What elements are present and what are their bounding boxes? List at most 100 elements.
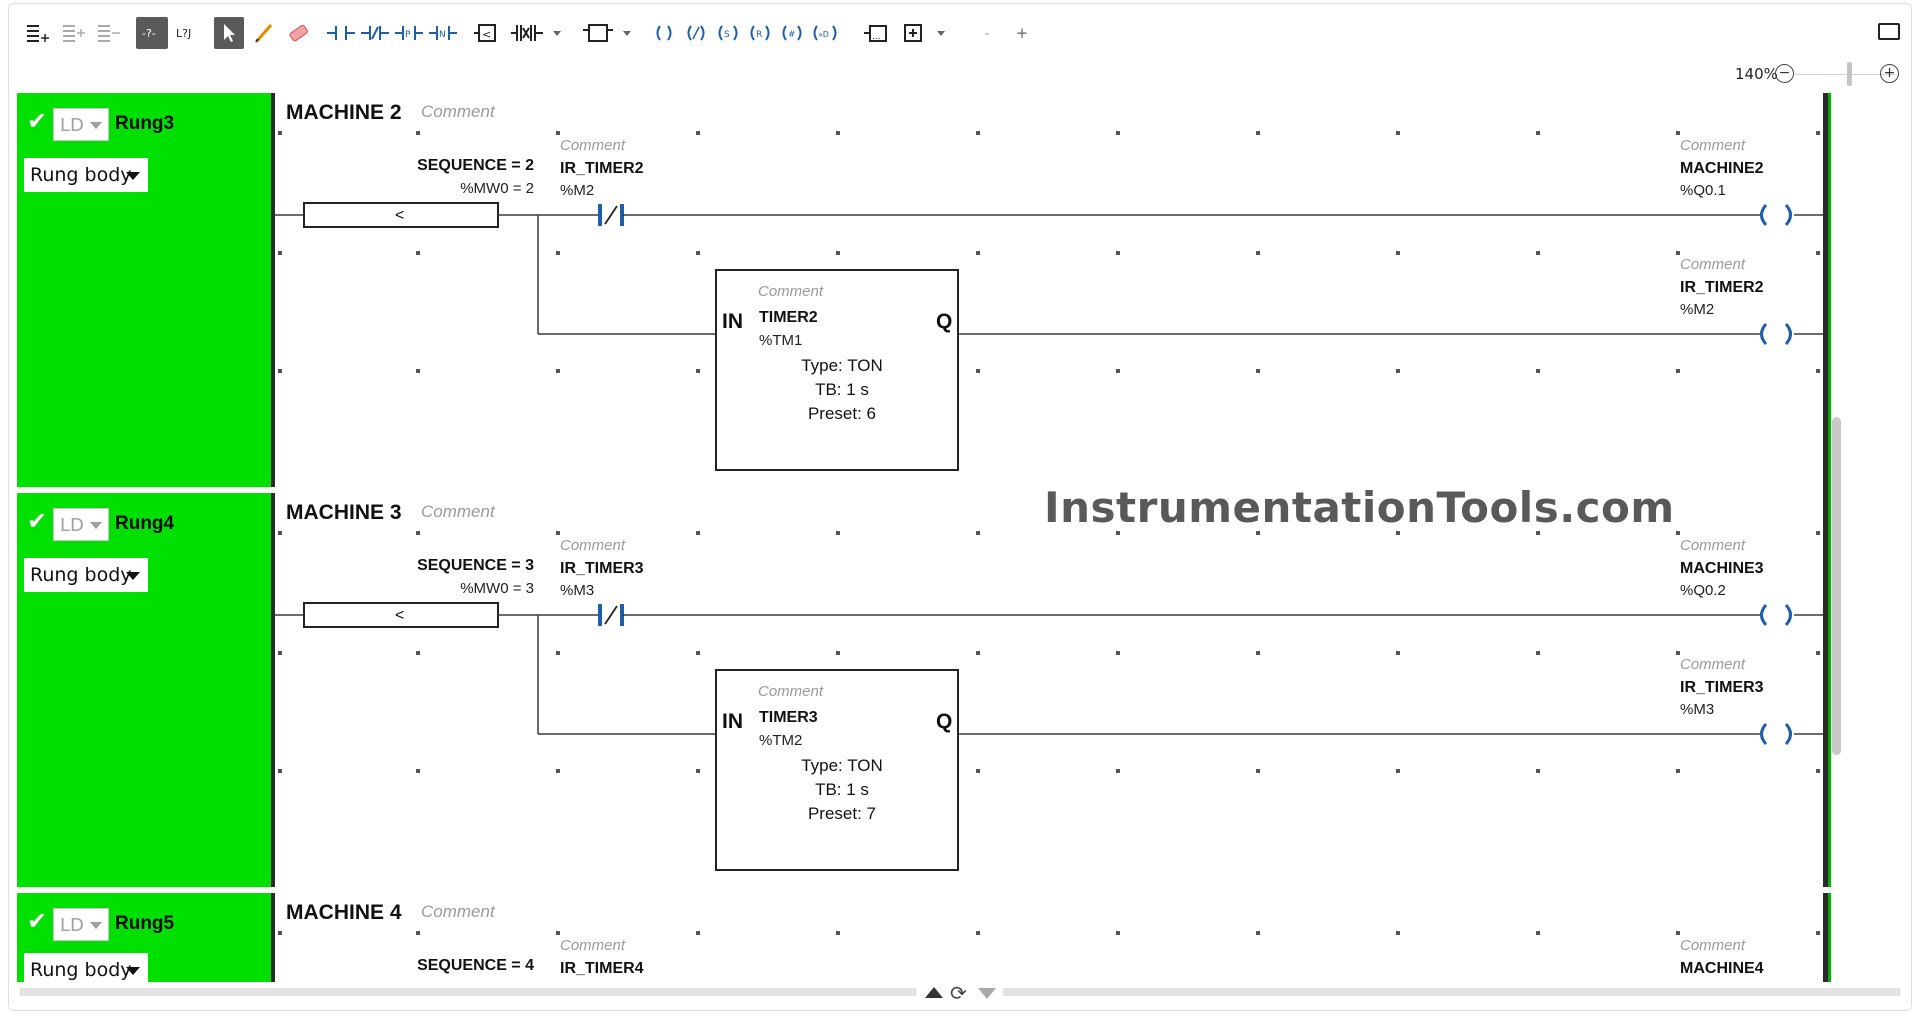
rung-comment[interactable]: Comment <box>421 902 495 922</box>
grid-dot <box>278 369 282 373</box>
timer-address: %TM2 <box>759 732 803 749</box>
coil-comment[interactable]: Comment <box>1680 137 1745 154</box>
timer-q-pin: Q <box>936 310 953 333</box>
grid-dot <box>556 251 560 255</box>
previous-rung-icon[interactable] <box>925 987 943 998</box>
rung-title: MACHINE 3 <box>286 501 402 524</box>
compare-address: %MW0 = 2 <box>460 180 534 197</box>
coil-symbol: IR_TIMER3 <box>1680 679 1764 696</box>
grid-dot <box>976 651 980 655</box>
grid-dot <box>1816 769 1820 773</box>
contact-address: %M2 <box>560 182 595 199</box>
grid-dot <box>1256 651 1260 655</box>
grid-dot <box>556 531 560 535</box>
contact-comment[interactable]: Comment <box>560 537 625 554</box>
next-rung-icon[interactable] <box>978 988 996 999</box>
grid-dot <box>416 251 420 255</box>
rung-comment[interactable]: Comment <box>421 502 495 522</box>
grid-dot <box>1256 369 1260 373</box>
grid-dot <box>1116 651 1120 655</box>
grid-dot <box>696 131 700 135</box>
coil-right-arc <box>1784 722 1792 746</box>
contact-symbol: IR_TIMER2 <box>560 160 644 177</box>
grid-dot <box>1396 369 1400 373</box>
grid-dot <box>1116 369 1120 373</box>
vertical-scrollbar[interactable] <box>1832 417 1841 755</box>
grid-dot <box>1816 369 1820 373</box>
refresh-icon[interactable]: ⟳ <box>950 981 967 1005</box>
grid-dot <box>1116 931 1120 935</box>
grid-dot <box>1676 931 1680 935</box>
coil-address: %Q0.2 <box>1680 582 1726 599</box>
coil-right-arc <box>1784 203 1792 227</box>
timer-comment[interactable]: Comment <box>758 683 823 700</box>
grid-dot <box>836 531 840 535</box>
grid-dot <box>278 131 282 135</box>
grid-dot <box>416 369 420 373</box>
grid-dot <box>1396 651 1400 655</box>
grid-dot <box>1816 651 1820 655</box>
grid-dot <box>1396 769 1400 773</box>
compare-label: SEQUENCE = 3 <box>417 557 534 574</box>
grid-dot <box>976 251 980 255</box>
coil-right-arc <box>1784 322 1792 346</box>
grid-dot <box>1536 131 1540 135</box>
grid-dot <box>1676 531 1680 535</box>
grid-dot <box>836 651 840 655</box>
compare-operator: < <box>395 207 405 224</box>
contact-comment[interactable]: Comment <box>560 137 625 154</box>
grid-dot <box>556 131 560 135</box>
grid-dot <box>278 251 282 255</box>
grid-dot <box>1676 769 1680 773</box>
grid-dot <box>278 651 282 655</box>
contact-comment[interactable]: Comment <box>560 937 625 954</box>
coil-symbol: IR_TIMER2 <box>1680 279 1764 296</box>
grid-dot <box>416 131 420 135</box>
timer-comment[interactable]: Comment <box>758 283 823 300</box>
grid-dot <box>1676 369 1680 373</box>
grid-dot <box>556 769 560 773</box>
grid-dot <box>1256 769 1260 773</box>
grid-dot <box>976 531 980 535</box>
timer-timebase: TB: 1 s <box>815 780 869 799</box>
grid-dot <box>696 769 700 773</box>
timer-preset: Preset: 6 <box>807 404 877 423</box>
grid-dot <box>416 769 420 773</box>
timer-q-pin: Q <box>936 710 953 733</box>
coil-address: %Q0.1 <box>1680 182 1726 199</box>
grid-dot <box>1816 531 1820 535</box>
grid-dot <box>1396 251 1400 255</box>
grid-dot <box>1536 369 1540 373</box>
grid-dot <box>696 651 700 655</box>
horizontal-scrollbar-right[interactable] <box>1003 988 1900 996</box>
contact-symbol: IR_TIMER3 <box>560 560 644 577</box>
horizontal-scrollbar-left[interactable] <box>20 988 916 996</box>
coil-address: %M2 <box>1680 301 1715 318</box>
coil-comment[interactable]: Comment <box>1680 937 1745 954</box>
timer-timebase: TB: 1 s <box>815 380 869 399</box>
grid-dot <box>696 531 700 535</box>
compare-operator: < <box>395 607 405 624</box>
grid-dot <box>1536 769 1540 773</box>
grid-dot <box>836 251 840 255</box>
timer-type: Type: TON <box>801 756 883 775</box>
grid-dot <box>1676 131 1680 135</box>
grid-dot <box>696 931 700 935</box>
grid-dot <box>1256 251 1260 255</box>
grid-dot <box>556 651 560 655</box>
contact-negation-slash <box>604 205 618 225</box>
coil-comment[interactable]: Comment <box>1680 256 1745 273</box>
contact-symbol: IR_TIMER4 <box>560 960 644 977</box>
grid-dot <box>976 931 980 935</box>
coil-comment[interactable]: Comment <box>1680 537 1745 554</box>
coil-comment[interactable]: Comment <box>1680 656 1745 673</box>
grid-dot <box>976 369 980 373</box>
grid-dot <box>416 931 420 935</box>
grid-dot <box>1536 251 1540 255</box>
coil-left-arc <box>1760 722 1768 746</box>
grid-dot <box>696 369 700 373</box>
coil-symbol: MACHINE3 <box>1680 560 1764 577</box>
timer-in-pin: IN <box>722 310 743 333</box>
rung-comment[interactable]: Comment <box>421 102 495 122</box>
grid-dot <box>1536 931 1540 935</box>
